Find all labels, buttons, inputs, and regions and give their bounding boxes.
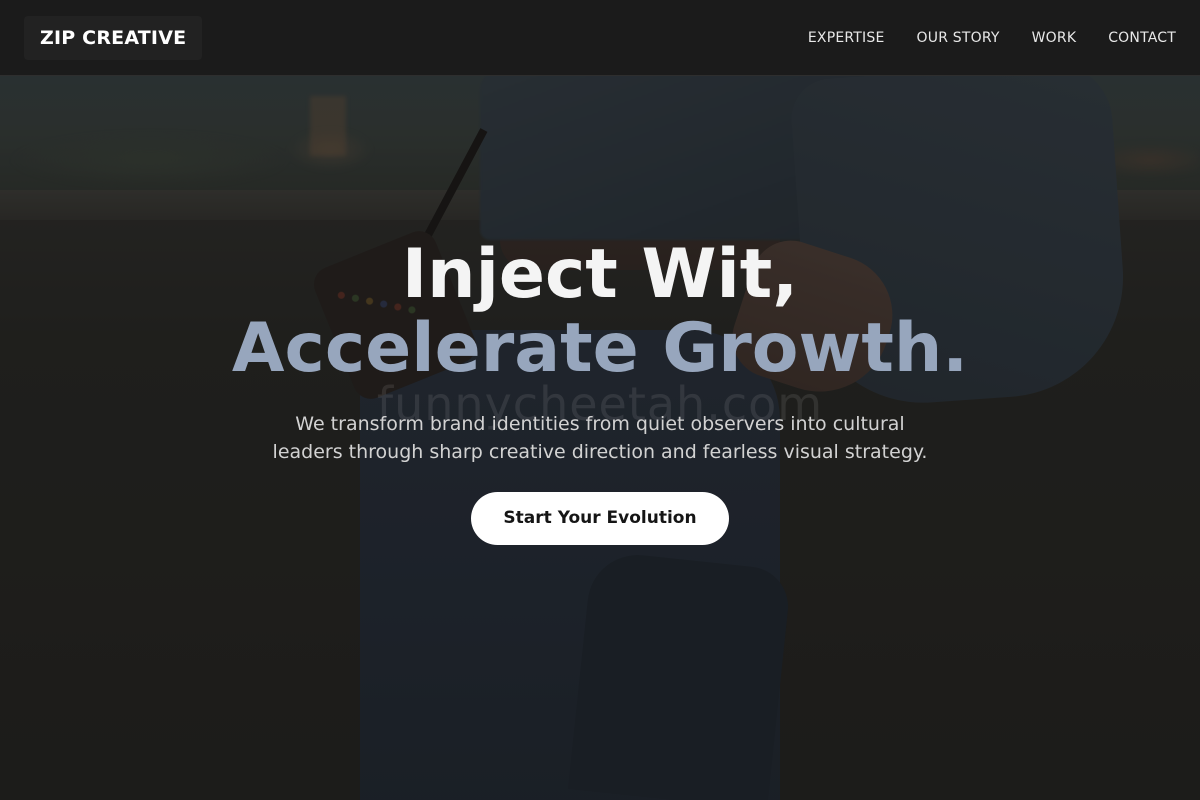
hero-headline: Inject Wit, Accelerate Growth.: [0, 236, 1200, 384]
nav-link-expertise[interactable]: EXPERTISE: [808, 30, 885, 46]
nav-link-work[interactable]: WORK: [1032, 30, 1077, 46]
main-nav: EXPERTISE OUR STORY WORK CONTACT: [776, 0, 1176, 76]
headline-line-1: Inject Wit,: [401, 235, 799, 314]
site-header: ZIP CREATIVE EXPERTISE OUR STORY WORK CO…: [0, 0, 1200, 76]
hero-subtext: We transform brand identities from quiet…: [272, 413, 928, 463]
start-evolution-button[interactable]: Start Your Evolution: [471, 492, 729, 545]
page: funnycheetah.com ZIP CREATIVE EXPERTISE …: [0, 0, 1200, 800]
headline-line-2: Accelerate Growth.: [231, 309, 969, 388]
brand-logo[interactable]: ZIP CREATIVE: [24, 16, 203, 60]
nav-link-our-story[interactable]: OUR STORY: [917, 30, 1000, 46]
nav-link-contact[interactable]: CONTACT: [1108, 30, 1176, 46]
hero-section: Inject Wit, Accelerate Growth. We transf…: [0, 236, 1200, 545]
